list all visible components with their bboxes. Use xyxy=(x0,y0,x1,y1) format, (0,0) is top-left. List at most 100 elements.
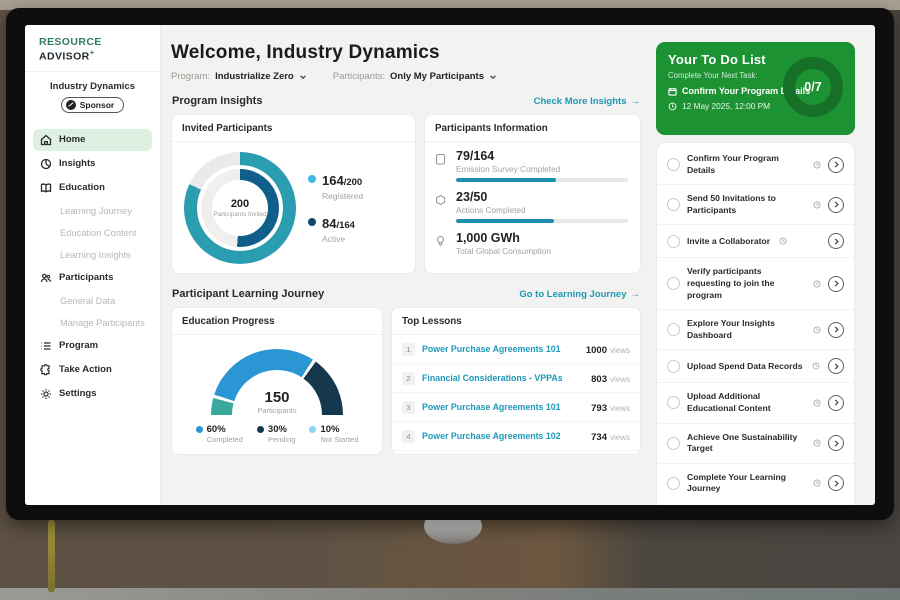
nav-label: Take Action xyxy=(59,364,112,375)
todo-tasks-card: Confirm Your Program Details Send 50 Inv… xyxy=(656,142,855,505)
chevron-down-icon xyxy=(489,73,497,81)
task-label: Upload Spend Data Records xyxy=(687,361,803,373)
sidebar-item-home[interactable]: Home xyxy=(33,129,152,151)
legend-not-started: 10% Not Started xyxy=(309,424,358,444)
consumption-row: 1,000 GWh Total Global Consumption xyxy=(435,231,628,260)
task-open-button[interactable] xyxy=(828,395,844,411)
sidebar-item-take-action[interactable]: Take Action xyxy=(33,359,152,381)
task-row-achieve-sustainability-target: Achieve One Sustainability Target xyxy=(657,424,854,464)
nav-label: Education xyxy=(59,182,105,193)
top-lessons-title: Top Lessons xyxy=(392,308,640,335)
completed-pct: 60% xyxy=(207,424,243,435)
task-open-button[interactable] xyxy=(828,475,844,491)
participants-filter[interactable]: Participants: Only My Participants xyxy=(333,71,497,82)
task-checkbox[interactable] xyxy=(667,277,680,290)
lesson-views: 803 xyxy=(591,374,607,385)
active-value: 84 xyxy=(322,216,336,231)
home-icon xyxy=(40,134,52,146)
task-checkbox[interactable] xyxy=(667,198,680,211)
task-checkbox[interactable] xyxy=(667,323,680,336)
lesson-link[interactable]: Financial Considerations - VPPAs xyxy=(422,373,584,383)
task-checkbox[interactable] xyxy=(667,360,680,373)
sidebar-item-learning-insights[interactable]: Learning Insights xyxy=(33,245,152,265)
emission-survey-value: 79/164 xyxy=(456,149,628,163)
task-checkbox[interactable] xyxy=(667,437,680,450)
task-checkbox[interactable] xyxy=(667,158,680,171)
invited-participants-title: Invited Participants xyxy=(172,115,415,142)
lesson-link[interactable]: Power Purchase Agreements 101 xyxy=(422,402,584,412)
emission-survey-row: 79/164 Emission Survey Completed xyxy=(435,149,628,182)
todo-progress-value: 0/7 xyxy=(804,80,821,94)
sidebar-item-program[interactable]: Program xyxy=(33,335,152,357)
sidebar-item-learning-journey[interactable]: Learning Journey xyxy=(33,201,152,221)
nav-label: Home xyxy=(59,134,85,145)
lesson-rank: 3 xyxy=(402,401,415,414)
invited-participants-donut-chart: 200 Participants Invited xyxy=(184,152,296,264)
task-open-button[interactable] xyxy=(828,157,844,173)
program-insights-title: Program Insights xyxy=(172,95,262,107)
donut-center-value: 200 xyxy=(231,198,249,210)
views-suffix: views xyxy=(610,433,630,442)
education-progress-gauge-chart: 150 Participants xyxy=(211,349,343,415)
task-label: Explore Your Insights Dashboard xyxy=(687,318,804,341)
lesson-link[interactable]: Power Purchase Agreements 102 xyxy=(422,431,584,441)
task-checkbox[interactable] xyxy=(667,477,680,490)
legend-pending: 30% Pending xyxy=(257,424,296,444)
task-open-button[interactable] xyxy=(828,358,844,374)
task-checkbox[interactable] xyxy=(667,235,680,248)
task-open-button[interactable] xyxy=(828,233,844,249)
clock-icon xyxy=(812,362,820,370)
sidebar-item-education-content[interactable]: Education Content xyxy=(33,223,152,243)
lesson-rank: 4 xyxy=(402,430,415,443)
list-icon xyxy=(40,340,52,352)
collapse-tasks-link[interactable]: Collapse Tasks xyxy=(657,503,854,505)
arrow-right-icon: → xyxy=(631,289,641,300)
sidebar-item-participants[interactable]: Participants xyxy=(33,267,152,289)
gauge-center-label: Participants xyxy=(211,406,343,415)
check-more-insights-link[interactable]: Check More Insights → xyxy=(534,96,640,107)
lesson-views: 734 xyxy=(591,432,607,443)
sidebar-item-settings[interactable]: Settings xyxy=(33,383,152,405)
clock-icon xyxy=(813,280,821,288)
registered-value: 164 xyxy=(322,173,344,188)
task-row-explore-insights: Explore Your Insights Dashboard xyxy=(657,310,854,350)
participants-filter-value: Only My Participants xyxy=(390,71,484,82)
task-open-button[interactable] xyxy=(828,197,844,213)
participants-icon xyxy=(40,272,52,284)
todo-summary-card: Your To Do List Complete Your Next Task:… xyxy=(656,42,855,135)
nav-label: Participants xyxy=(59,272,113,283)
sidebar-item-insights[interactable]: Insights xyxy=(33,153,152,175)
sidebar-item-general-data[interactable]: General Data xyxy=(33,291,152,311)
task-open-button[interactable] xyxy=(828,276,844,292)
task-label: Complete Your Learning Journey xyxy=(687,472,804,495)
chevron-down-icon xyxy=(299,73,307,81)
actions-completed-row: 23/50 Actions Completed xyxy=(435,190,628,223)
education-progress-title: Education Progress xyxy=(172,308,382,335)
sidebar-item-manage-participants[interactable]: Manage Participants xyxy=(33,313,152,333)
task-open-button[interactable] xyxy=(828,435,844,451)
learning-journey-title: Participant Learning Journey xyxy=(172,288,324,300)
task-row-send-invitations: Send 50 Invitations to Participants xyxy=(657,185,854,225)
clock-icon xyxy=(813,479,821,487)
sidebar-item-education[interactable]: Education xyxy=(33,177,152,199)
task-open-button[interactable] xyxy=(828,322,844,338)
program-filter-label: Program: xyxy=(171,71,210,82)
nav-label: Program xyxy=(59,340,98,351)
sponsor-badge[interactable]: Sponsor xyxy=(61,97,124,113)
lesson-rank: 1 xyxy=(402,343,415,356)
clock-icon xyxy=(813,326,821,334)
education-progress-card: Education Progress 150 Participants xyxy=(171,307,383,455)
book-icon xyxy=(40,182,52,194)
todo-progress-ring: 0/7 xyxy=(783,57,843,117)
lesson-row: 4 Power Purchase Agreements 102 734views xyxy=(392,422,640,451)
page-title: Welcome, Industry Dynamics xyxy=(171,42,641,64)
actions-icon xyxy=(435,190,448,223)
go-to-learning-journey-link[interactable]: Go to Learning Journey → xyxy=(519,289,640,300)
todo-panel: Your To Do List Complete Your Next Task:… xyxy=(650,25,875,505)
task-row-invite-collaborator: Invite a Collaborator xyxy=(657,225,854,258)
lesson-link[interactable]: Power Purchase Agreements 101 xyxy=(422,344,579,354)
task-checkbox[interactable] xyxy=(667,396,680,409)
program-filter[interactable]: Program: Industrialize Zero xyxy=(171,71,307,82)
task-row-complete-learning-journey: Complete Your Learning Journey xyxy=(657,464,854,503)
consumption-value: 1,000 GWh xyxy=(456,231,628,245)
